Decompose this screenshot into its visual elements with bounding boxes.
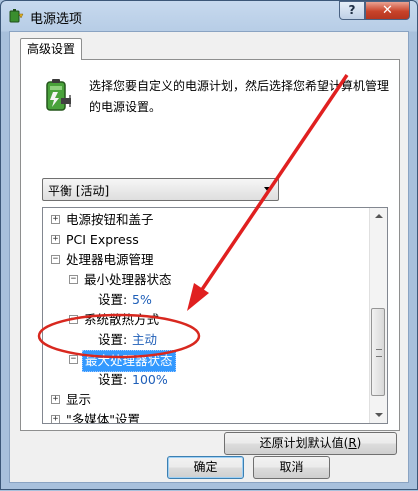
title-bar[interactable]: 电源选项 ? ✕: [1, 1, 417, 31]
power-options-window: 电源选项 ? ✕ 高级设置 选择您要自定义的电源计划，然后选择您希望计算机管理的…: [0, 0, 418, 490]
power-options-icon: [9, 9, 24, 23]
setting-value-link[interactable]: 100%: [132, 370, 168, 390]
setting-value-link[interactable]: 主动: [132, 330, 157, 350]
restore-suffix: ): [356, 436, 362, 450]
cancel-button[interactable]: 取消: [253, 456, 330, 479]
advanced-settings-panel: 选择您要自定义的电源计划，然后选择您希望计算机管理的电源设置。 平衡 [活动] …: [20, 59, 400, 455]
grip-icon: [376, 349, 382, 357]
collapse-icon[interactable]: −: [69, 315, 78, 324]
tree-item-label: 最小处理器状态: [84, 272, 172, 287]
dialog-client-area: 高级设置 选择您要自定义的电源计划，然后选择您希望计算机管理的电源设置。 平衡 …: [9, 31, 409, 483]
settings-tree[interactable]: + 电源按钮和盖子 + PCI Express − 处理器电源管理 − 最小处理…: [42, 207, 388, 424]
restore-accesskey: R: [348, 436, 357, 450]
tab-advanced-settings[interactable]: 高级设置: [20, 38, 82, 60]
tree-item-label: "多媒体"设置: [66, 412, 140, 424]
chevron-down-icon: [264, 187, 272, 192]
window-title: 电源选项: [30, 12, 83, 27]
expand-icon[interactable]: +: [51, 215, 60, 224]
tree-item-label: PCI Express: [66, 232, 139, 247]
setting-label: 设置:: [98, 372, 128, 387]
tree-item-label: 处理器电源管理: [66, 252, 154, 267]
setting-value-link[interactable]: 5%: [132, 290, 152, 310]
scrollbar-thumb[interactable]: [371, 308, 385, 396]
tree-scrollbar[interactable]: [369, 208, 387, 423]
expand-icon[interactable]: +: [51, 235, 60, 244]
ok-button[interactable]: 确定: [167, 456, 244, 479]
intro-text: 选择您要自定义的电源计划，然后选择您希望计算机管理的电源设置。: [89, 79, 390, 114]
scroll-up-arrow-icon[interactable]: [370, 208, 387, 225]
setting-label: 设置:: [98, 332, 128, 347]
tree-item-label: 电源按钮和盖子: [66, 212, 154, 227]
tree-item-label-selected: 最大处理器状态: [82, 350, 176, 372]
collapse-icon[interactable]: −: [51, 255, 60, 264]
scroll-down-arrow-icon[interactable]: [370, 406, 387, 423]
battery-plug-icon: [46, 79, 71, 111]
expand-icon[interactable]: +: [51, 395, 60, 404]
help-button[interactable]: ?: [339, 1, 365, 20]
power-plan-dropdown[interactable]: 平衡 [活动]: [42, 178, 279, 201]
restore-label: 还原计划默认值(: [259, 436, 349, 450]
restore-defaults-button[interactable]: 还原计划默认值(R): [224, 432, 397, 455]
tree-item-label: 系统散热方式: [84, 312, 160, 327]
power-plan-selected: 平衡 [活动]: [48, 184, 110, 198]
collapse-icon[interactable]: −: [69, 355, 78, 364]
tree-item-label: 显示: [66, 392, 92, 407]
setting-label: 设置:: [98, 292, 128, 307]
expand-icon[interactable]: +: [51, 415, 60, 423]
close-button[interactable]: ✕: [365, 1, 410, 20]
collapse-icon[interactable]: −: [69, 275, 78, 284]
